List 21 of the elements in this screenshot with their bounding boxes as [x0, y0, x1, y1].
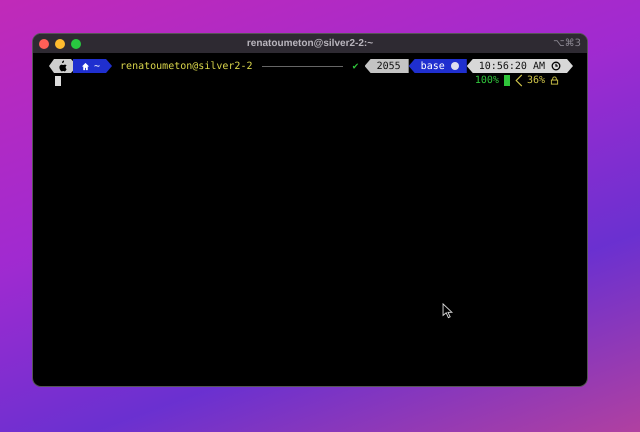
user-host-text: renatoumeton@silver2-2: [120, 60, 252, 72]
segment-text: 2055: [376, 60, 401, 72]
lock-icon: [550, 76, 559, 84]
home-icon: [81, 62, 90, 70]
minimize-button[interactable]: [55, 38, 65, 48]
dot-icon: [450, 62, 459, 70]
clock-icon: [551, 61, 561, 71]
mouse-pointer-icon: [442, 303, 453, 319]
disk-usage-text: 36%: [526, 74, 545, 86]
segment-text: 10:56:20 AM: [478, 60, 545, 72]
chevron-icon: [514, 74, 523, 86]
window-shortcut: ⌥⌘3: [553, 38, 581, 49]
directory-text: ~: [94, 60, 100, 72]
text-cursor: [55, 76, 61, 86]
zoom-button[interactable]: [71, 38, 81, 48]
status-check: ✔: [352, 60, 359, 72]
battery-text: 100%: [474, 74, 499, 86]
battery-icon: [504, 74, 510, 86]
segment-text: base: [420, 60, 445, 72]
close-button[interactable]: [39, 38, 49, 48]
window-title: renatoumeton@silver2-2:~: [246, 38, 374, 49]
